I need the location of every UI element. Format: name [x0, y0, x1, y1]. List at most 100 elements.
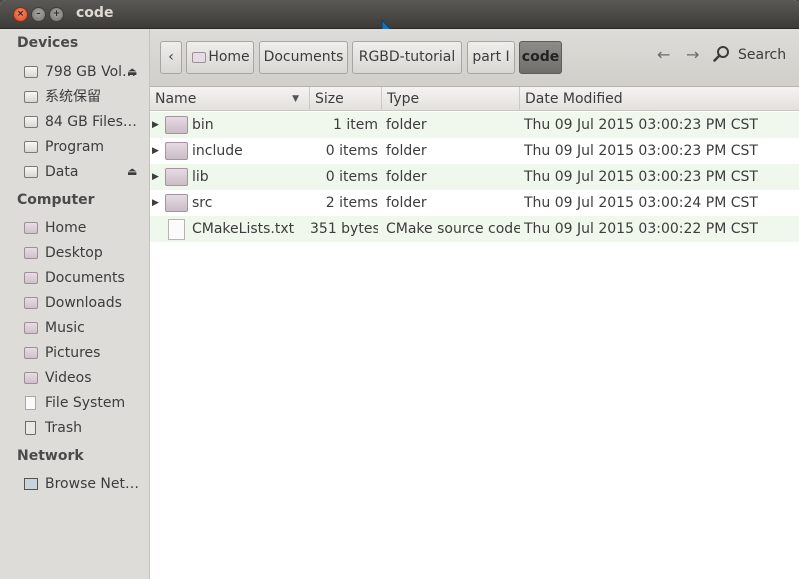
- breadcrumb-part-i[interactable]: part I: [467, 41, 515, 74]
- sort-descending-icon: ▼: [292, 94, 299, 104]
- drive-icon: [24, 66, 38, 78]
- maximize-window-button[interactable]: +: [49, 7, 64, 22]
- sidebar-item-label: 系统保留: [45, 89, 101, 105]
- window-title: code: [76, 5, 114, 21]
- file-list-view[interactable]: Name ▼ Size Type Date Modified ▶ bin 1 i…: [150, 87, 799, 579]
- sidebar-item-music[interactable]: Music: [24, 317, 148, 339]
- downloads-folder-icon: [24, 297, 38, 309]
- breadcrumb-back-button[interactable]: ‹: [160, 41, 182, 74]
- sidebar-item-desktop[interactable]: Desktop: [24, 242, 148, 264]
- sidebar-item-label: Music: [45, 320, 85, 336]
- pictures-folder-icon: [24, 347, 38, 359]
- expander-icon[interactable]: ▶: [152, 138, 159, 164]
- search-label: Search: [738, 47, 787, 63]
- sidebar-item-pictures[interactable]: Pictures: [24, 342, 148, 364]
- sidebar-item-device-798gb[interactable]: 798 GB Volume ⏏: [24, 61, 148, 83]
- sidebar-item-label: Pictures: [45, 345, 101, 361]
- sidebar-item-label: Videos: [45, 370, 92, 386]
- column-header-label: Name: [155, 91, 197, 107]
- file-name: bin: [192, 117, 214, 133]
- table-row[interactable]: ▶ lib 0 items folder Thu 09 Jul 2015 03:…: [150, 164, 799, 190]
- table-row[interactable]: ▶ src 2 items folder Thu 09 Jul 2015 03:…: [150, 190, 799, 216]
- close-window-button[interactable]: ×: [13, 7, 28, 22]
- videos-folder-icon: [24, 372, 38, 384]
- sidebar-item-trash[interactable]: Trash: [24, 417, 148, 439]
- file-name: include: [192, 143, 243, 159]
- file-name: lib: [192, 169, 209, 185]
- column-header-size[interactable]: Size: [310, 87, 382, 111]
- folder-icon: [165, 116, 188, 134]
- sidebar-item-device-program[interactable]: Program: [24, 136, 148, 158]
- search-icon: [713, 46, 729, 62]
- close-icon: ×: [16, 9, 25, 19]
- expander-icon[interactable]: ▶: [152, 190, 159, 216]
- expander-icon[interactable]: ▶: [152, 112, 159, 138]
- search-button[interactable]: Search: [713, 45, 786, 67]
- file-manager-window: × – + code Devices 798 GB Volume ⏏ 系统保留 …: [0, 0, 799, 579]
- sidebar-item-device-84gb[interactable]: 84 GB Filesystem: [24, 111, 148, 133]
- drive-icon: [24, 166, 38, 178]
- minimize-window-button[interactable]: –: [31, 7, 46, 22]
- breadcrumb-home[interactable]: Home: [186, 41, 254, 74]
- column-header-label: Type: [387, 91, 420, 107]
- folder-icon: [165, 168, 188, 186]
- eject-icon[interactable]: ⏏: [127, 161, 137, 183]
- file-modified: Thu 09 Jul 2015 03:00:24 PM CST: [524, 195, 758, 211]
- places-sidebar: Devices 798 GB Volume ⏏ 系统保留 84 GB Files…: [0, 29, 150, 579]
- file-size: 0 items: [325, 143, 378, 159]
- computer-heading: Computer: [17, 192, 95, 208]
- column-header-type[interactable]: Type: [382, 87, 520, 111]
- file-type: folder: [386, 117, 427, 133]
- breadcrumb-documents[interactable]: Documents: [259, 41, 348, 74]
- file-name: src: [192, 195, 213, 211]
- expander-icon[interactable]: ▶: [152, 164, 159, 190]
- sidebar-item-videos[interactable]: Videos: [24, 367, 148, 389]
- network-icon: [24, 478, 38, 490]
- filesystem-icon: [25, 396, 36, 410]
- file-size: 1 item: [333, 117, 378, 133]
- column-header-label: Date Modified: [525, 91, 623, 107]
- title-bar[interactable]: × – + code: [0, 0, 799, 41]
- drive-icon: [24, 141, 38, 153]
- file-type: CMake source code: [386, 221, 520, 237]
- sidebar-item-label: Home: [45, 220, 87, 236]
- home-icon: [192, 52, 206, 63]
- breadcrumb-code[interactable]: code: [519, 41, 562, 74]
- file-type: folder: [386, 169, 427, 185]
- sidebar-item-downloads[interactable]: Downloads: [24, 292, 148, 314]
- sidebar-item-label: Browse Network: [45, 476, 140, 492]
- sidebar-item-label: Desktop: [45, 245, 103, 261]
- sidebar-item-device-system-reserved[interactable]: 系统保留: [24, 86, 148, 108]
- table-row[interactable]: CMakeLists.txt 351 bytes CMake source co…: [150, 216, 799, 242]
- forward-arrow-icon[interactable]: →: [686, 45, 699, 64]
- sidebar-item-label: Program: [45, 139, 105, 155]
- file-type: folder: [386, 195, 427, 211]
- breadcrumb-label: Home: [208, 49, 250, 65]
- breadcrumb-label: Documents: [263, 49, 344, 65]
- sidebar-item-file-system[interactable]: File System: [24, 392, 148, 414]
- sidebar-item-device-data[interactable]: Data ⏏: [24, 161, 148, 183]
- sidebar-item-home[interactable]: Home: [24, 217, 148, 239]
- breadcrumb-label: part I: [472, 49, 510, 65]
- folder-icon: [165, 194, 188, 212]
- column-header-date-modified[interactable]: Date Modified: [520, 87, 799, 111]
- file-type: folder: [386, 143, 427, 159]
- back-arrow-icon[interactable]: ←: [657, 45, 670, 64]
- table-row[interactable]: ▶ include 0 items folder Thu 09 Jul 2015…: [150, 138, 799, 164]
- sidebar-item-documents[interactable]: Documents: [24, 267, 148, 289]
- column-header-label: Size: [315, 91, 344, 107]
- sidebar-item-label: Downloads: [45, 295, 122, 311]
- breadcrumb-rgbd-tutorial[interactable]: RGBD-tutorial: [352, 41, 462, 74]
- sidebar-item-browse-network[interactable]: Browse Network: [24, 473, 148, 495]
- chevron-left-icon: ‹: [168, 49, 174, 65]
- column-header-name[interactable]: Name ▼: [150, 87, 310, 111]
- sidebar-item-label: 84 GB Filesystem: [45, 114, 140, 130]
- maximize-icon: +: [52, 9, 61, 19]
- trash-icon: [25, 421, 36, 435]
- breadcrumb-label: code: [521, 49, 560, 65]
- file-modified: Thu 09 Jul 2015 03:00:22 PM CST: [524, 221, 758, 237]
- table-row[interactable]: ▶ bin 1 item folder Thu 09 Jul 2015 03:0…: [150, 112, 799, 138]
- breadcrumb-label: RGBD-tutorial: [358, 49, 456, 65]
- eject-icon[interactable]: ⏏: [127, 61, 137, 83]
- file-name: CMakeLists.txt: [192, 221, 295, 237]
